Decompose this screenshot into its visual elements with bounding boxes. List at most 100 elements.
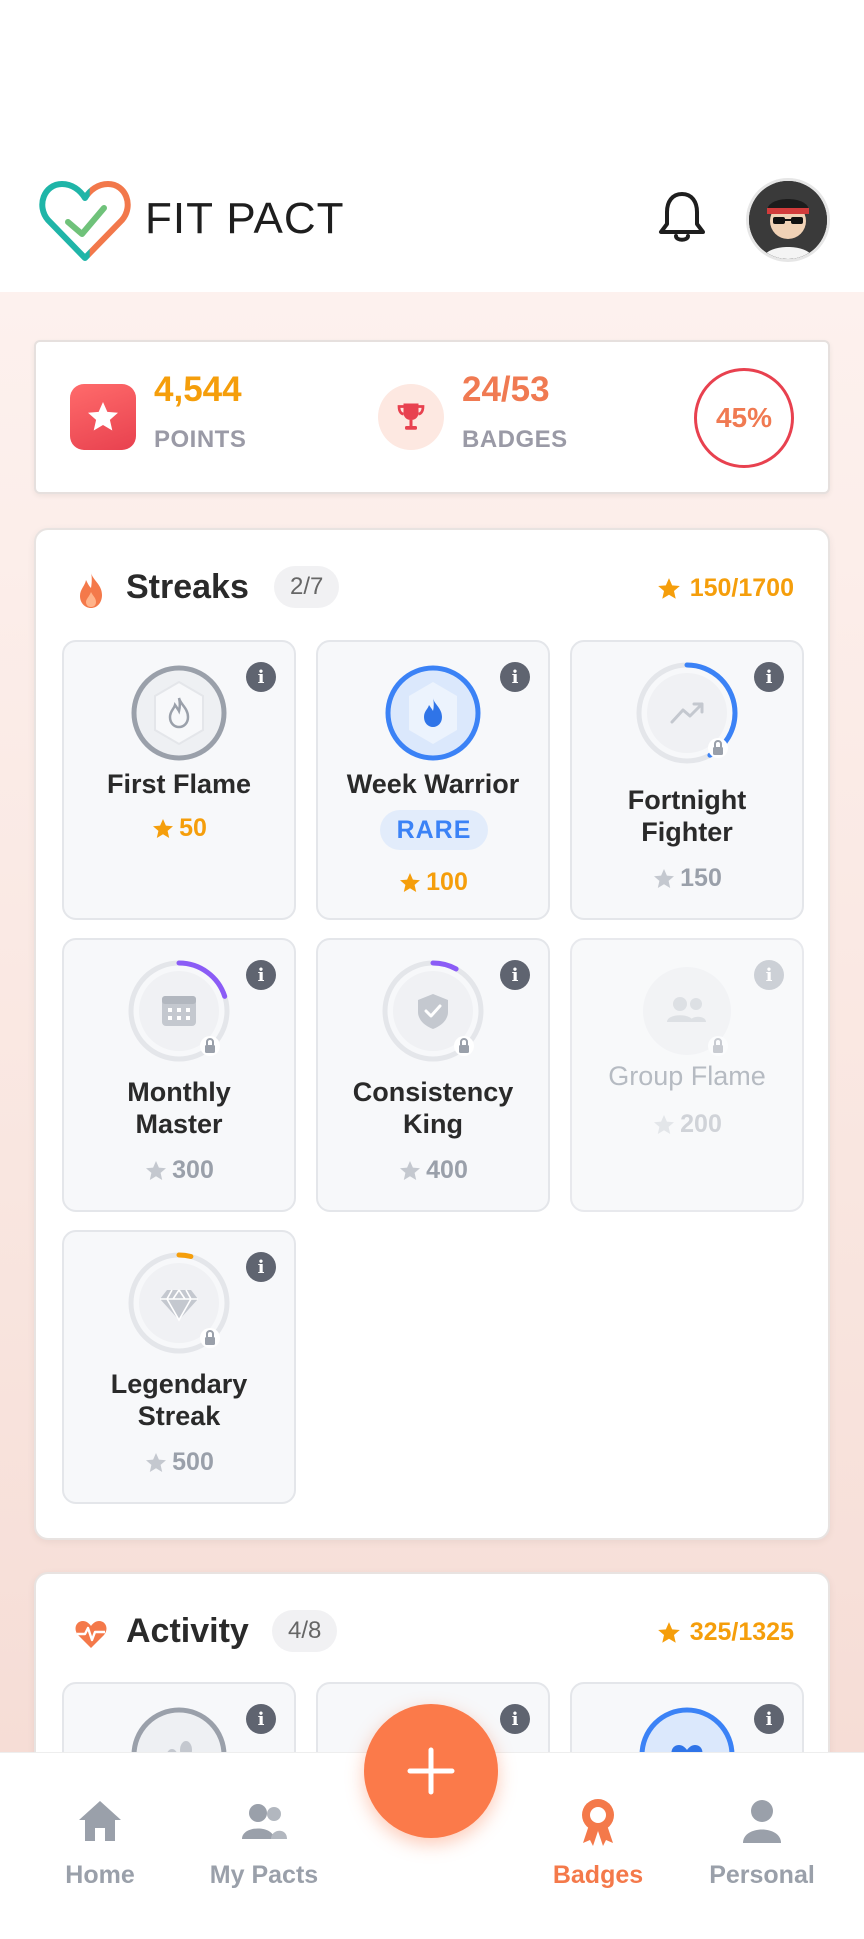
info-icon[interactable]: i: [500, 960, 530, 990]
info-icon[interactable]: i: [500, 1704, 530, 1734]
badge-name-line2: King: [403, 1109, 463, 1139]
badge-name: Consistency King: [318, 1076, 548, 1140]
heart-pulse-icon: [75, 1621, 107, 1648]
badge-card-legendary-streak[interactable]: i Legendary Streak 500: [62, 1230, 296, 1504]
info-icon[interactable]: i: [754, 662, 784, 692]
badge-card-group-flame[interactable]: i Group Flame 200: [570, 938, 804, 1212]
streaks-points-value: 150/1700: [689, 574, 794, 602]
nav-label: My Pacts: [209, 1861, 319, 1889]
star-icon: [153, 818, 174, 838]
badge-points-value: 50: [179, 814, 207, 842]
star-icon: [146, 1160, 167, 1180]
trophy-icon: [378, 384, 444, 450]
info-icon[interactable]: i: [246, 960, 276, 990]
badge-name: Group Flame: [608, 1061, 766, 1091]
app-header: FIT PACT: [0, 160, 864, 292]
star-points-icon: [70, 384, 136, 450]
nav-badges[interactable]: Badges: [528, 1773, 668, 1893]
badge-name-line2: Streak: [137, 1401, 221, 1431]
badge-name-line1: Legendary: [110, 1369, 248, 1399]
star-icon: [657, 1621, 680, 1643]
nav-my-pacts[interactable]: My Pacts: [194, 1773, 334, 1893]
bell-icon[interactable]: [656, 188, 708, 246]
badge-card-first-flame[interactable]: i First Flame 50: [62, 640, 296, 920]
badge-points-value: 100: [426, 868, 468, 896]
activity-title: Activity: [126, 1612, 249, 1650]
points-value: 4,544: [154, 370, 242, 409]
badge-points: 100: [318, 868, 548, 897]
user-avatar[interactable]: [746, 178, 830, 262]
info-icon[interactable]: i: [246, 662, 276, 692]
star-icon: [654, 868, 675, 888]
badge-name: Legendary Streak: [64, 1368, 294, 1432]
badge-points: 400: [318, 1156, 548, 1185]
shield-check-icon: [382, 960, 484, 1062]
badge-card-monthly-master[interactable]: i Monthly Master 300: [62, 938, 296, 1212]
activity-count-badge: 4/8: [272, 1610, 338, 1652]
badge-name: Week Warrior: [346, 769, 520, 799]
nav-label: Badges: [552, 1861, 644, 1889]
badge-points-value: 500: [172, 1448, 214, 1476]
activity-points: 325/1325: [656, 1618, 794, 1647]
trending-up-icon: [636, 662, 738, 764]
badge-name-line2: Fighter: [641, 817, 733, 847]
star-icon: [657, 577, 680, 599]
points-label: POINTS: [154, 426, 247, 453]
group-icon: [643, 967, 731, 1056]
info-icon[interactable]: i: [754, 1704, 784, 1734]
info-icon[interactable]: i: [754, 960, 784, 990]
people-icon: [242, 1804, 287, 1839]
person-icon: [743, 1800, 781, 1843]
flame-icon: [80, 572, 102, 608]
rarity-badge: RARE: [380, 810, 488, 850]
star-icon: [654, 1114, 675, 1134]
badge-card-fortnight-fighter[interactable]: i Fortnight Fighter 150: [570, 640, 804, 920]
plus-icon: [407, 1747, 455, 1795]
streaks-points: 150/1700: [656, 574, 794, 603]
info-icon[interactable]: i: [500, 662, 530, 692]
badge-points-value: 200: [680, 1110, 722, 1138]
badge-points-value: 300: [172, 1156, 214, 1184]
nav-home[interactable]: Home: [30, 1773, 170, 1893]
info-icon[interactable]: i: [246, 1252, 276, 1282]
streaks-title: Streaks: [126, 568, 249, 606]
diamond-icon: [128, 1252, 230, 1354]
star-icon: [400, 1160, 421, 1180]
nav-label: Home: [65, 1861, 135, 1889]
badge-name: Monthly Master: [64, 1076, 294, 1140]
badge-points-value: 400: [426, 1156, 468, 1184]
nav-personal[interactable]: Personal: [692, 1773, 832, 1893]
flame-icon: [131, 665, 227, 761]
badge-name: First Flame: [106, 769, 252, 799]
badge-card-consistency-king[interactable]: i Consistency King 400: [316, 938, 550, 1212]
calendar-icon: [128, 960, 230, 1062]
app-title: FIT PACT: [145, 194, 345, 243]
avatar-character-icon: [749, 181, 827, 259]
star-icon: [400, 872, 421, 892]
info-icon[interactable]: i: [246, 1704, 276, 1734]
home-icon: [79, 1801, 121, 1841]
badge-icon: [582, 1799, 614, 1846]
badge-points: 500: [64, 1448, 294, 1477]
nav-label: Personal: [709, 1861, 815, 1889]
badge-name-line1: Consistency: [352, 1077, 514, 1107]
badge-points: 300: [64, 1156, 294, 1185]
badge-name: Fortnight Fighter: [572, 784, 802, 848]
badge-name-line2: Master: [135, 1109, 223, 1139]
activity-points-value: 325/1325: [689, 1618, 794, 1646]
badge-name-line1: Monthly: [127, 1077, 231, 1107]
streaks-section: Streaks 2/7 150/1700 i First Flame 50 i …: [34, 528, 830, 1540]
badge-points: 150: [572, 864, 802, 893]
streaks-count-badge: 2/7: [274, 566, 340, 608]
badges-value: 24/53: [462, 370, 550, 409]
add-pact-button[interactable]: [364, 1704, 498, 1838]
badges-label: BADGES: [462, 426, 568, 453]
badge-name-line1: Fortnight: [627, 785, 747, 815]
badge-points: 50: [64, 814, 294, 843]
badge-points: 200: [572, 1110, 802, 1139]
stats-summary-card: 4,544 POINTS 24/53 BADGES 45%: [34, 340, 830, 494]
badge-card-week-warrior[interactable]: i Week Warrior RARE 100: [316, 640, 550, 920]
badge-points-value: 150: [680, 864, 722, 892]
flame-icon: [385, 665, 481, 761]
star-icon: [146, 1452, 167, 1472]
